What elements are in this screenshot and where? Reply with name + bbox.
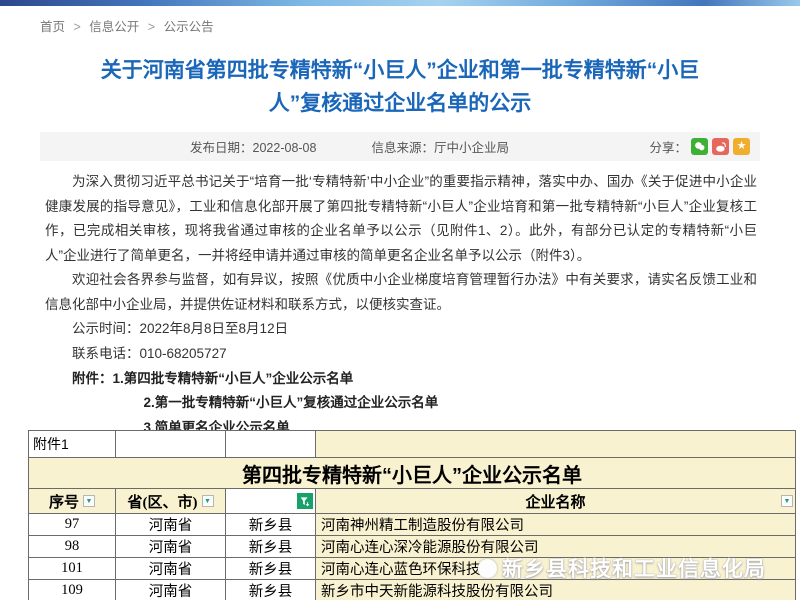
breadcrumb-info-disclosure[interactable]: 信息公开	[89, 20, 139, 34]
table-row: 109 河南省 新乡县 新乡市中天新能源科技股份有限公司	[29, 580, 796, 600]
favorite-star-icon[interactable]: ★	[733, 138, 750, 155]
paragraph: 为深入贯彻习近平总书记关于“培育一批‘专精特新’中小企业”的重要指示精神，落实中…	[45, 170, 757, 268]
top-decorative-bar	[0, 0, 800, 6]
meta-bar: 发布日期：2022-08-08 信息来源：厅中小企业局 分享： ★	[40, 132, 760, 161]
breadcrumb: 首页 > 信息公开 > 公示公告	[40, 16, 214, 35]
empty-cell	[226, 431, 316, 458]
header-company: 企业名称 ▼	[316, 489, 796, 514]
header-label: 企业名称	[525, 491, 585, 512]
filter-dropdown-icon[interactable]: ▼	[202, 495, 214, 507]
filter-dropdown-icon[interactable]: ▼	[83, 495, 95, 507]
sheet-tag-row: 附件1	[29, 431, 796, 458]
info-source: 信息来源：厅中小企业局	[371, 137, 509, 156]
header-county	[226, 489, 316, 514]
header-serial: 序号 ▼	[29, 489, 116, 514]
contact-phone: 联系电话：010-68205727	[45, 342, 757, 367]
notice-body: 为深入贯彻习近平总书记关于“培育一批‘专精特新’中小企业”的重要指示精神，落实中…	[45, 170, 757, 469]
wechat-icon[interactable]	[691, 138, 708, 155]
cell-company: 河南心连心蓝色环保科技（	[316, 558, 796, 580]
cell-serial: 109	[29, 580, 116, 600]
attachment-tag: 附件1	[29, 431, 116, 458]
table-title: 第四批专精特新“小巨人”企业公示名单	[29, 458, 796, 489]
cell-province: 河南省	[116, 514, 226, 536]
publish-date: 发布日期：2022-08-08	[190, 137, 316, 156]
share-label: 分享：	[649, 137, 687, 156]
header-label: 序号	[49, 491, 79, 512]
cell-county: 新乡县	[226, 536, 316, 558]
attachment-line-1: 附件：1.第四批专精特新“小巨人”企业公示名单	[45, 367, 757, 392]
attachment-link-1[interactable]: 1.第四批专精特新“小巨人”企业公示名单	[113, 371, 354, 386]
header-label: 省(区、市)	[128, 491, 198, 512]
cell-county: 新乡县	[226, 514, 316, 536]
page-title: 关于河南省第四批专精特新“小巨人”企业和第一批专精特新“小巨人”复核通过企业名单…	[90, 55, 710, 120]
cell-province: 河南省	[116, 558, 226, 580]
cell-serial: 98	[29, 536, 116, 558]
table-row: 98 河南省 新乡县 河南心连心深冷能源股份有限公司	[29, 536, 796, 558]
cell-company: 新乡市中天新能源科技股份有限公司	[316, 580, 796, 600]
attachment-spreadsheet: 附件1 第四批专精特新“小巨人”企业公示名单 序号 ▼ 省(区、市) ▼	[28, 430, 796, 600]
breadcrumb-current: 公示公告	[164, 20, 214, 34]
table-row: 97 河南省 新乡县 河南神州精工制造股份有限公司	[29, 514, 796, 536]
cell-serial: 101	[29, 558, 116, 580]
publicity-period: 公示时间：2022年8月8日至8月12日	[45, 317, 757, 342]
page: 首页 > 信息公开 > 公示公告 关于河南省第四批专精特新“小巨人”企业和第一批…	[0, 0, 800, 600]
empty-cell	[116, 431, 226, 458]
sheet-title-row: 第四批专精特新“小巨人”企业公示名单	[29, 458, 796, 489]
weibo-icon[interactable]	[712, 138, 729, 155]
breadcrumb-separator: >	[148, 20, 155, 34]
cell-county: 新乡县	[226, 580, 316, 600]
attachment-line-2: 2.第一批专精特新“小巨人”复核通过企业公示名单	[45, 391, 757, 416]
cell-county: 新乡县	[226, 558, 316, 580]
breadcrumb-separator: >	[74, 20, 81, 34]
paragraph: 欢迎社会各界参与监督，如有异议，按照《优质中小企业梯度培育管理暂行办法》中有关要…	[45, 268, 757, 317]
table-row: 101 河南省 新乡县 河南心连心蓝色环保科技（	[29, 558, 796, 580]
cell-company: 河南心连心深冷能源股份有限公司	[316, 536, 796, 558]
attachment-link-2[interactable]: 2.第一批专精特新“小巨人”复核通过企业公示名单	[144, 395, 439, 410]
cell-serial: 97	[29, 514, 116, 536]
cell-province: 河南省	[116, 580, 226, 600]
empty-cell	[316, 431, 796, 458]
header-province: 省(区、市) ▼	[116, 489, 226, 514]
table-header-row: 序号 ▼ 省(区、市) ▼ 企业名称 ▼	[29, 489, 796, 514]
cell-province: 河南省	[116, 536, 226, 558]
share-bar: 分享： ★	[649, 137, 750, 156]
filter-dropdown-icon[interactable]: ▼	[781, 495, 793, 507]
active-filter-icon[interactable]	[297, 493, 313, 509]
cell-company: 河南神州精工制造股份有限公司	[316, 514, 796, 536]
breadcrumb-home[interactable]: 首页	[40, 20, 65, 34]
